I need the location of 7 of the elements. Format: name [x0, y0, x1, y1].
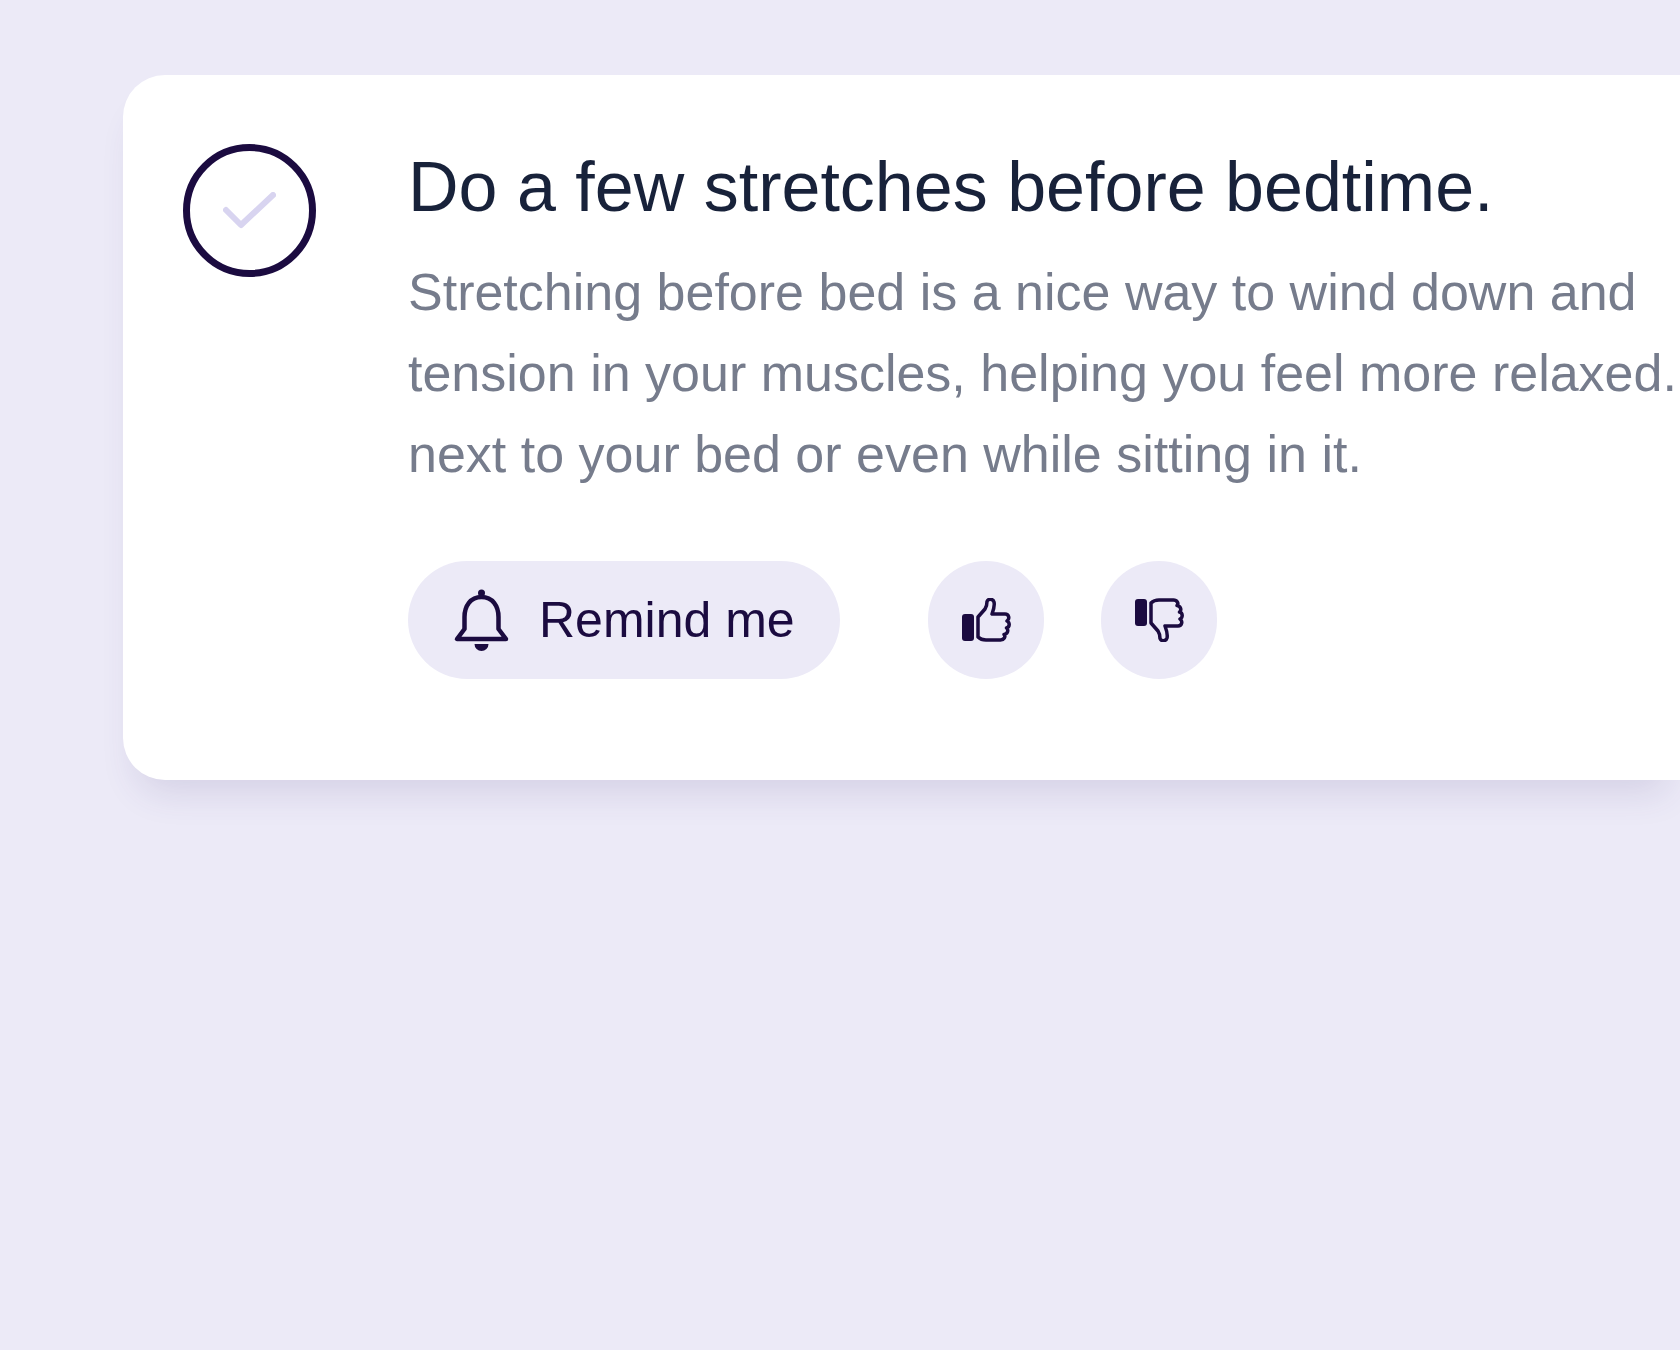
bell-icon [453, 588, 510, 652]
task-title: Do a few stretches before bedtime. [408, 152, 1494, 222]
task-description: Stretching before bed is a nice way to wind down and tension in your muscles, helping you feel more relaxed. next to your bed or even while sitting in it. [408, 262, 1677, 485]
remind-button[interactable]: Remind me [408, 561, 840, 679]
thumbs-up-icon [960, 598, 1011, 642]
thumbs-down-icon [1133, 598, 1184, 642]
check-icon [223, 192, 276, 229]
